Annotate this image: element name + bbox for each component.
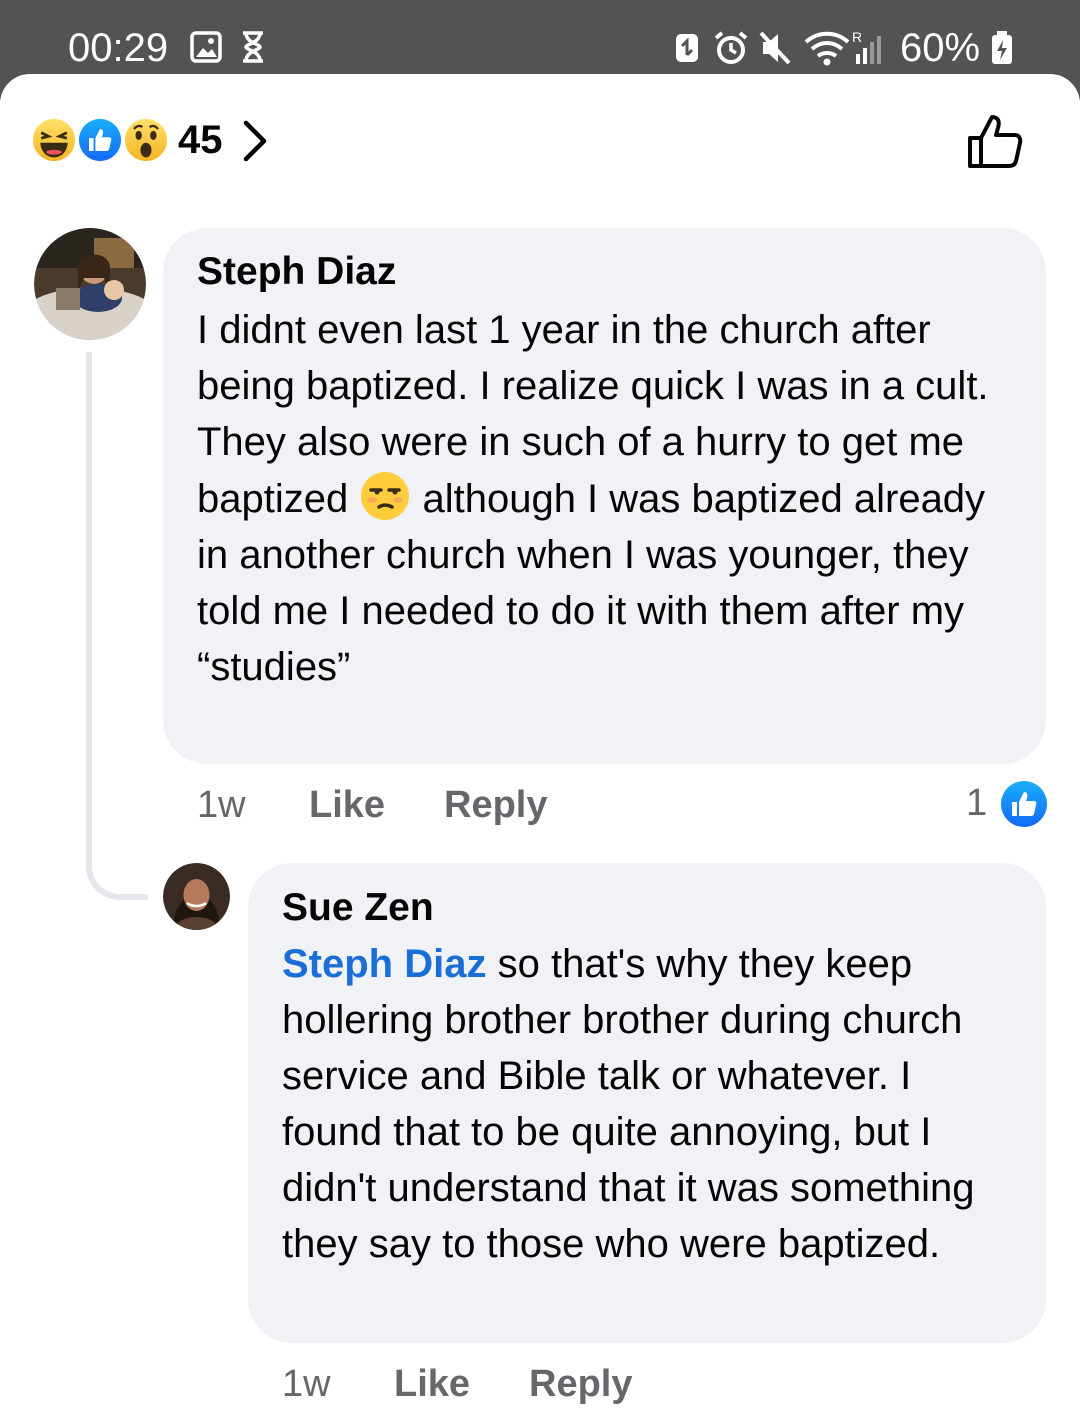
laugh-emoji-icon [30, 116, 78, 164]
alarm-icon [714, 31, 748, 64]
reply-author[interactable]: Sue Zen [282, 886, 434, 930]
battery-percent: 60% [900, 26, 981, 70]
comment-reply-button[interactable]: Reply [444, 784, 547, 827]
wow-emoji-icon [122, 116, 170, 164]
unamused-face-icon [361, 472, 410, 520]
comment-author[interactable]: Steph Diaz [197, 250, 396, 294]
battery-icon [992, 31, 1012, 64]
like-emoji-icon [76, 116, 124, 164]
avatar-steph-diaz[interactable] [34, 228, 146, 340]
mention-link[interactable]: Steph Diaz [282, 942, 486, 986]
reaction-count[interactable]: 45 [178, 118, 223, 163]
chevron-right-icon[interactable] [240, 118, 270, 164]
image-icon [190, 31, 222, 63]
comment-timestamp[interactable]: 1w [197, 784, 246, 827]
reply-like-button[interactable]: Like [394, 1363, 470, 1406]
like-button-icon[interactable] [965, 112, 1025, 172]
sync-icon [676, 34, 698, 62]
avatar-sue-zen[interactable] [163, 863, 230, 930]
like-reaction-icon[interactable] [1000, 780, 1048, 828]
hourglass-icon [243, 31, 263, 63]
comment-text: I didnt even last 1 year in the church a… [197, 302, 1017, 695]
reply-reply-button[interactable]: Reply [529, 1363, 632, 1406]
mute-icon [759, 31, 791, 65]
reply-timestamp[interactable]: 1w [282, 1363, 331, 1406]
comment-reaction-count[interactable]: 1 [966, 782, 987, 825]
reply-text-part: so that's why they keep hollering brothe… [282, 942, 975, 1266]
wifi-icon [804, 31, 850, 66]
comment-like-button[interactable]: Like [309, 784, 385, 827]
reply-thread-line [86, 352, 148, 900]
signal-icon: R [852, 30, 881, 64]
reply-text: Steph Diaz so that's why they keep holle… [282, 936, 1022, 1272]
status-time: 00:29 [68, 26, 169, 70]
svg-text:R: R [852, 30, 862, 45]
